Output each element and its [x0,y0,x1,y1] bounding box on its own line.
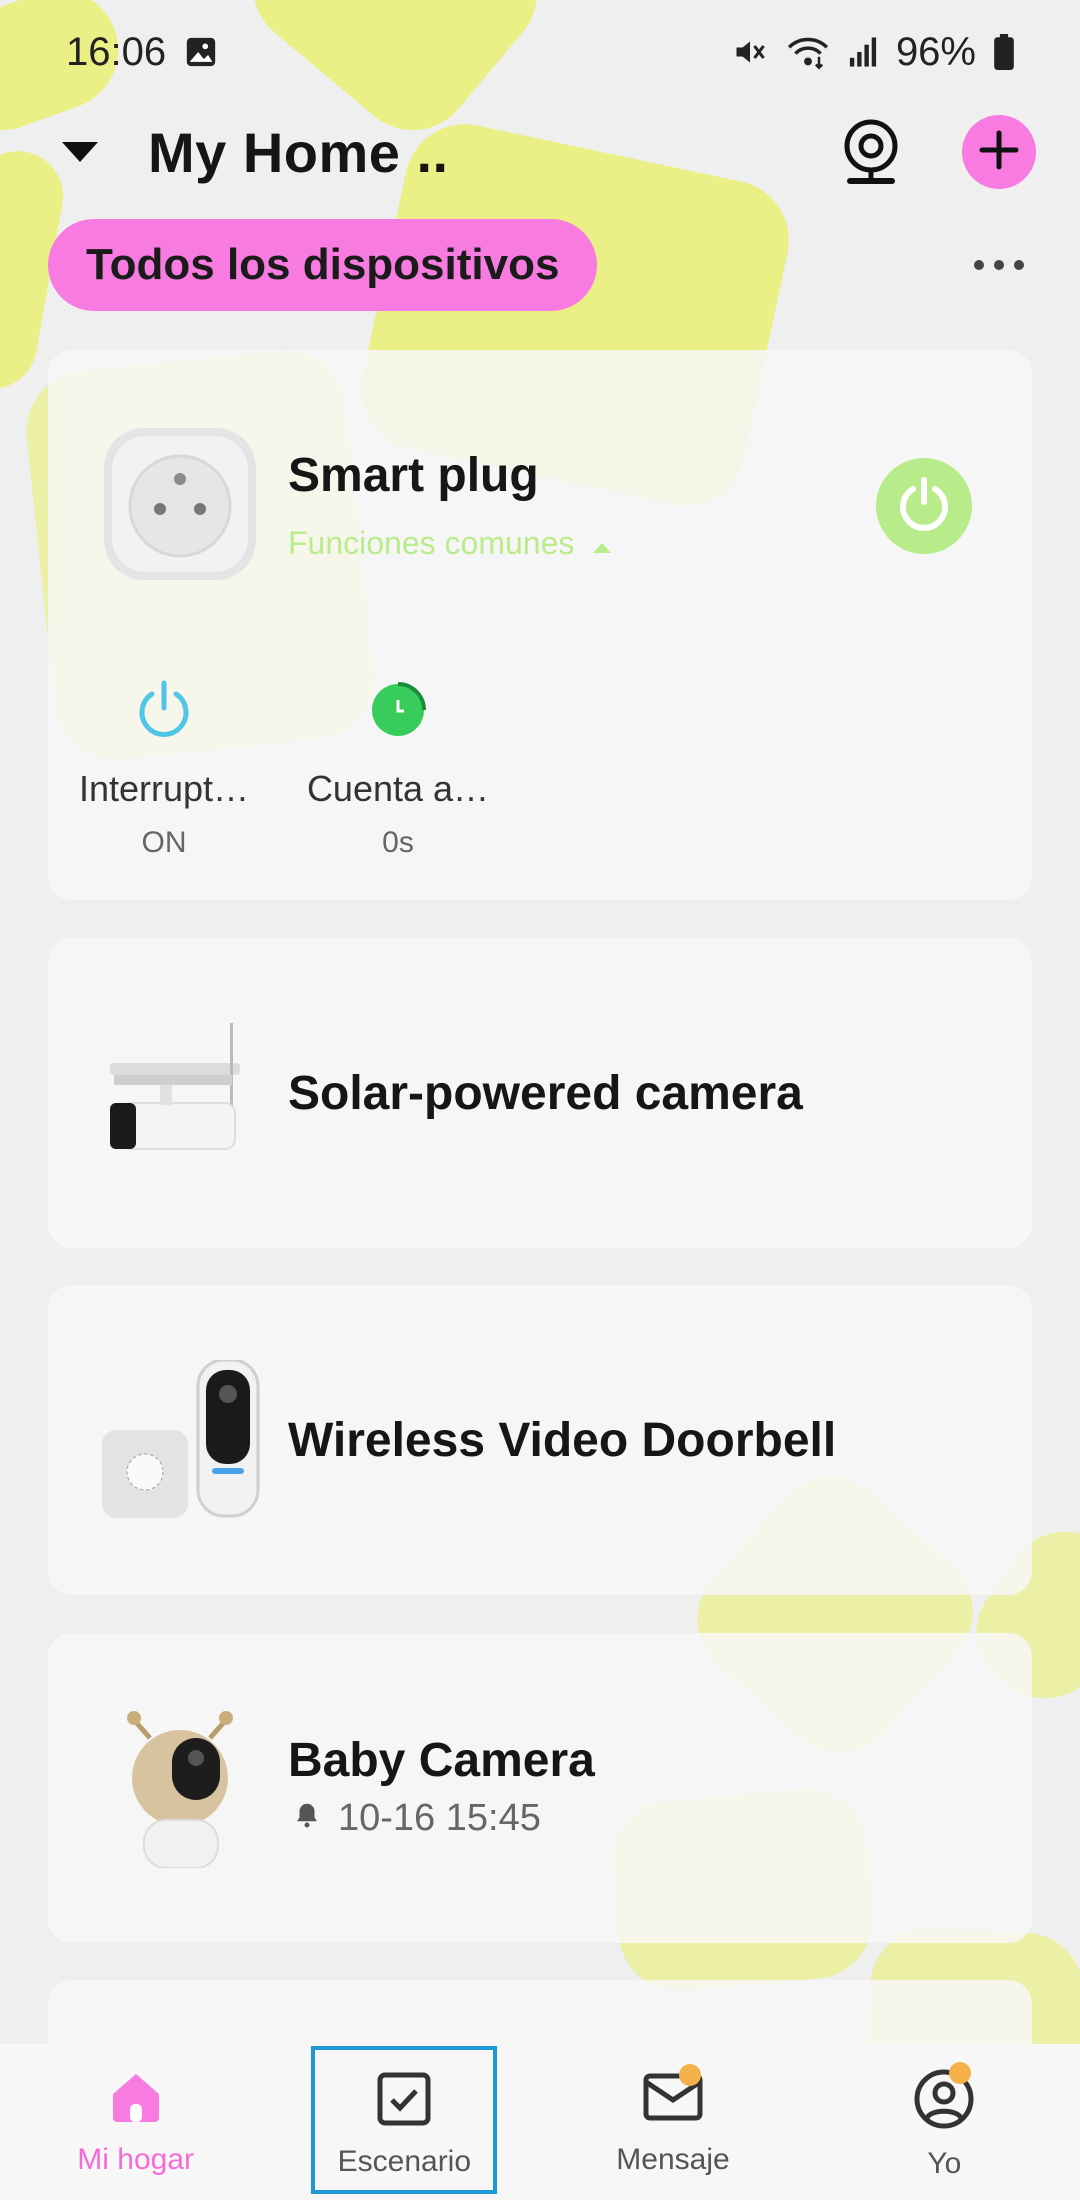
function-switch[interactable]: Interrupt… ON [64,666,264,860]
app-header: My Home .. [0,104,1080,200]
all-devices-filter[interactable]: Todos los dispositivos [48,219,598,311]
last-alert: 10-16 15:45 [292,1797,541,1840]
timer-icon [298,666,498,754]
bottom-tab-bar: Mi hogar Escenario Mensaje Yo [0,2044,1080,2200]
camera-icon[interactable] [840,119,902,185]
device-filter-row: Todos los dispositivos [0,218,1080,312]
signal-icon [848,36,878,68]
gallery-icon [184,35,218,69]
device-power-button[interactable] [876,458,972,554]
common-functions-label: Funciones comunes [288,525,575,561]
device-name: Smart plug [288,449,539,502]
device-card-doorbell[interactable]: Wireless Video Doorbell [48,1285,1032,1595]
profile-badge [948,2062,971,2084]
device-name: Solar-powered camera [288,1067,803,1120]
battery-icon [994,34,1014,70]
device-card-baby-camera[interactable]: Baby Camera 10-16 15:45 [48,1633,1032,1943]
smart-plug-image [100,424,260,584]
function-label: Interrupt… [78,768,250,809]
home-selector[interactable]: My Home .. [148,120,840,185]
tab-scene[interactable]: Escenario [311,2046,498,2194]
status-bar: 16:06 96% [0,0,1080,104]
status-time: 16:06 [66,29,167,74]
add-device-button[interactable] [962,115,1036,189]
bell-icon [292,1797,322,1840]
baby-camera-image [100,1708,260,1869]
tab-label: Escenario [337,2145,472,2178]
common-functions-toggle[interactable]: Funciones comunes [288,525,612,562]
power-icon [64,666,264,754]
mute-icon [732,34,768,70]
wifi-icon [786,34,830,70]
caret-up-icon [592,525,612,562]
doorbell-image [100,1358,260,1520]
tab-messages[interactable]: Mensaje [537,2044,808,2200]
tab-label: Yo [927,2147,962,2180]
tab-label: Mi hogar [77,2143,195,2176]
function-value: 0s [382,826,414,859]
home-icon [107,2068,165,2131]
tab-home[interactable]: Mi hogar [0,2044,271,2200]
solar-camera-image [100,1013,260,1173]
chevron-down-icon[interactable] [60,140,108,164]
device-name: Wireless Video Doorbell [288,1414,837,1467]
more-icon[interactable] [964,250,1034,280]
device-card-solar-camera[interactable]: Solar-powered camera [48,938,1032,1248]
function-countdown[interactable]: Cuenta a… 0s [298,666,498,860]
function-label: Cuenta a… [306,768,490,809]
tab-label: Mensaje [616,2143,730,2176]
device-card-smart-plug[interactable]: Smart plug Funciones comunes Interrupt… … [48,350,1032,900]
device-name: Baby Camera [288,1734,595,1787]
tab-me[interactable]: Yo [809,2044,1080,2200]
checkbox-icon [375,2070,433,2133]
power-icon [894,474,954,539]
battery-percent: 96% [895,29,976,74]
alert-time: 10-16 15:45 [338,1797,541,1839]
plus-icon [979,130,1019,175]
function-value: ON [141,826,187,859]
